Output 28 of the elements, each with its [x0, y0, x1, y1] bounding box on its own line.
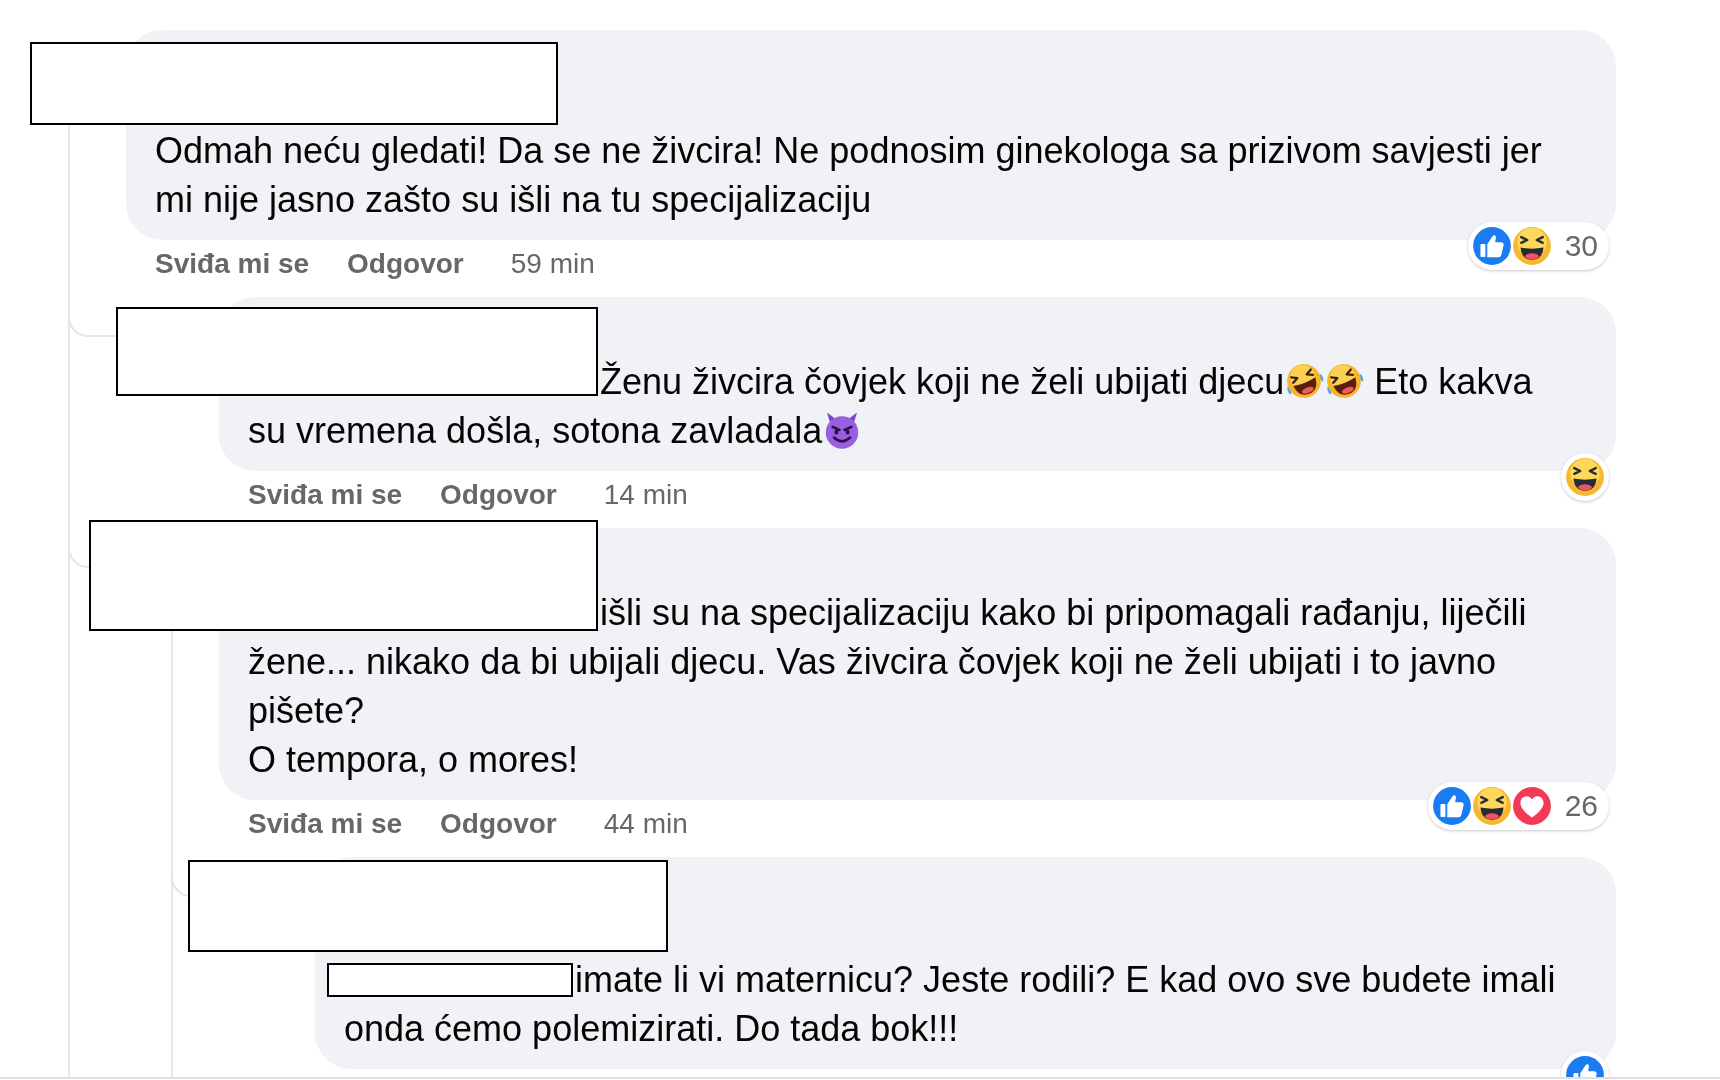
reaction-count: 26: [1564, 788, 1598, 824]
reply-link[interactable]: Odgovor: [440, 806, 557, 842]
like-link[interactable]: Sviđa mi se: [248, 477, 403, 513]
comment-text: Odmah neću gledati! Da se ne živcira! Ne podnosim ginekologa sa prizivom savjesti jer mi nije jasno zašto su išli na tu specijalizaciju: [155, 130, 1542, 220]
timestamp-link[interactable]: 14 min: [603, 477, 688, 513]
crying-laughing-emoji-icon: [1324, 361, 1365, 401]
like-link[interactable]: Sviđa mi se: [155, 246, 310, 282]
thumbs-up-icon: [1470, 225, 1513, 267]
reaction-summary[interactable]: 30: [1467, 222, 1609, 270]
reaction-summary[interactable]: [1561, 453, 1609, 501]
thumbs-up-icon: [1430, 785, 1473, 827]
comment-text: Ženu živcira čovjek koji ne želi ubijati djecu: [600, 361, 1285, 402]
reaction-count: 30: [1564, 228, 1598, 264]
comment-text: Eto kakva: [1373, 361, 1533, 402]
timestamp-link[interactable]: 44 min: [603, 806, 688, 842]
like-link[interactable]: Sviđa mi se: [248, 806, 403, 842]
reply-link[interactable]: Odgovor: [347, 246, 464, 282]
timestamp-link[interactable]: 59 min: [510, 246, 595, 282]
comment-text: onda ćemo polemizirati. Do tada bok!!!: [344, 1008, 959, 1049]
laughing-face-icon: [1510, 225, 1553, 267]
comment-text: su vremena došla, sotona zavladala: [248, 410, 823, 451]
laughing-face-icon: [1564, 456, 1606, 498]
comment-text: išli su na specijalizaciju kako bi pripomagali rađanju, liječili žene... nikako da bi ubijali djecu. Vas živcira čovjek koji ne želi ubijati i to javno pišete? O tempora, o mores!: [248, 592, 1527, 780]
reaction-summary[interactable]: 26: [1427, 782, 1609, 830]
reply-link[interactable]: Odgovor: [440, 477, 557, 513]
comment-text: imate li vi maternicu? Jeste rodili? E kad ovo sve budete imali: [575, 959, 1556, 1000]
laughing-face-icon: [1470, 785, 1513, 827]
crying-laughing-emoji-icon: [1284, 361, 1325, 401]
